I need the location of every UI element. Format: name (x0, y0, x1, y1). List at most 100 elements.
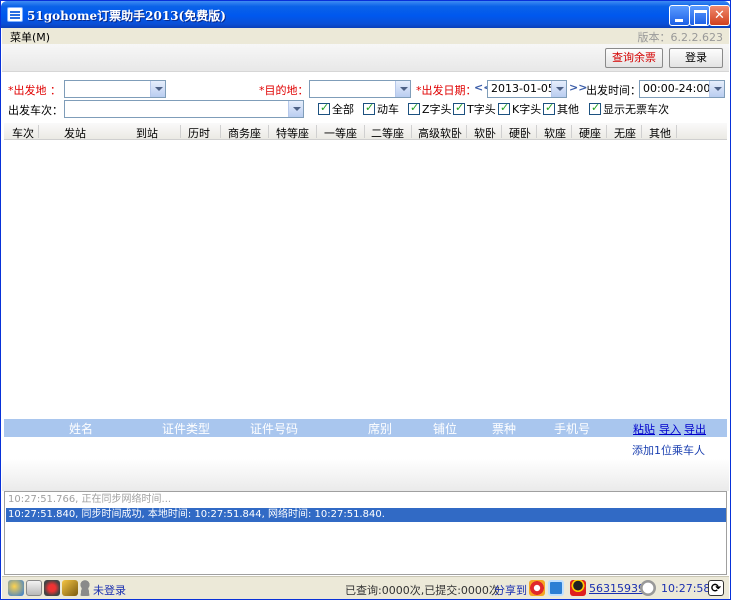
col-deluxe-sleeper[interactable]: 高级软卧 (418, 125, 462, 141)
maximize-button[interactable] (689, 5, 710, 26)
col-seat-class[interactable]: 席别 (368, 420, 392, 437)
passenger-table-header: 姓名 证件类型 证件号码 席别 铺位 票种 手机号 粘贴 导入 导出 (4, 419, 727, 437)
checkbox-icon (408, 101, 420, 115)
column-divider (220, 125, 221, 138)
filter-all-checkbox[interactable]: 全部 (318, 101, 354, 117)
column-divider (501, 125, 502, 138)
col-passenger-name[interactable]: 姓名 (69, 420, 93, 437)
column-divider (268, 125, 269, 138)
col-id-type[interactable]: 证件类型 (162, 420, 210, 437)
checkbox-icon (363, 101, 375, 115)
column-divider (676, 125, 677, 138)
col-duration[interactable]: 历时 (188, 125, 210, 141)
export-link[interactable]: 导出 (684, 421, 706, 437)
next-day-button[interactable]: >> (569, 81, 587, 94)
weibo-icon[interactable] (529, 580, 545, 596)
checkbox-icon (453, 101, 465, 115)
col-no-seat[interactable]: 无座 (614, 125, 636, 141)
log-panel[interactable]: 10:27:51.766, 正在同步网络时间... 10:27:51.840, … (4, 491, 727, 575)
window-title: 51gohome订票助手2013(免费版) (27, 9, 226, 23)
time-label: 出发时间： (586, 84, 641, 97)
paste-link[interactable]: 粘贴 (633, 421, 655, 437)
col-special[interactable]: 特等座 (276, 125, 309, 141)
from-label: *出发地 ： (8, 84, 61, 97)
train-label: 出发车次： (8, 104, 63, 117)
login-button[interactable]: 登录 (669, 48, 723, 68)
user-icon (79, 580, 91, 596)
train-select[interactable] (64, 100, 304, 118)
col-business[interactable]: 商务座 (228, 125, 261, 141)
date-label: *出发日期： (416, 84, 477, 97)
column-divider (411, 125, 412, 138)
filter-other-checkbox[interactable]: 其他 (543, 101, 579, 117)
column-divider (316, 125, 317, 138)
column-divider (180, 125, 181, 138)
col-hard-seat[interactable]: 硬座 (579, 125, 601, 141)
mail-icon[interactable] (26, 580, 42, 596)
query-tickets-button[interactable]: 查询余票 (605, 48, 663, 68)
menu-bar: 菜单(M) 版本：6.2.2.623 (2, 28, 729, 44)
settings-icon[interactable] (62, 580, 78, 596)
minimize-button[interactable] (669, 5, 690, 26)
col-berth[interactable]: 铺位 (433, 420, 457, 437)
ie-icon[interactable] (8, 580, 24, 596)
tools-icon[interactable] (44, 580, 60, 596)
show-no-ticket-checkbox[interactable]: 显示无票车次 (589, 101, 669, 117)
checkbox-icon (589, 101, 601, 115)
login-status[interactable]: 未登录 (93, 582, 126, 598)
clock-icon (640, 580, 656, 596)
col-train-no[interactable]: 车次 (12, 125, 34, 141)
chevron-down-icon[interactable] (288, 101, 303, 117)
filter-t-checkbox[interactable]: T字头 (453, 101, 496, 117)
checkbox-icon (543, 101, 555, 115)
to-label: *目的地： (259, 84, 309, 97)
status-bar: 未登录 已查询:0000次,已提交:0000次 分享到 56315939 10:… (2, 576, 729, 599)
date-picker[interactable]: 2013-01-05 (487, 80, 567, 98)
column-divider (536, 125, 537, 138)
filter-k-checkbox[interactable]: K字头 (498, 101, 541, 117)
import-link[interactable]: 导入 (659, 421, 681, 437)
log-line-selected[interactable]: 10:27:51.840, 同步时间成功, 本地时间: 10:27:51.844… (6, 508, 726, 522)
chevron-down-icon[interactable] (395, 81, 410, 97)
col-soft-sleeper[interactable]: 软卧 (474, 125, 496, 141)
close-button[interactable] (709, 5, 730, 26)
qq-number-link[interactable]: 56315939 (589, 582, 645, 595)
column-divider (606, 125, 607, 138)
col-first-class[interactable]: 一等座 (324, 125, 357, 141)
train-results-grid[interactable] (4, 140, 727, 418)
share-label: 分享到 (494, 584, 527, 597)
query-counts: 已查询:0000次,已提交:0000次 (345, 584, 500, 597)
time-select[interactable]: 00:00-24:00 (639, 80, 725, 98)
version-label: 版本：6.2.2.623 (637, 31, 723, 44)
train-table-header: 车次 发站 到站 历时 商务座 特等座 一等座 二等座 高级软卧 软卧 硬卧 软… (4, 123, 727, 140)
chevron-down-icon[interactable] (551, 81, 566, 97)
chevron-down-icon[interactable] (150, 81, 165, 97)
column-divider (38, 125, 39, 138)
col-from[interactable]: 发站 (64, 125, 86, 141)
toolbar: 查询余票 登录 (2, 44, 729, 72)
chevron-down-icon[interactable] (709, 81, 724, 97)
col-soft-seat[interactable]: 软座 (544, 125, 566, 141)
qzone-icon[interactable] (548, 580, 564, 596)
column-divider (466, 125, 467, 138)
menu-main[interactable]: 菜单(M) (10, 29, 50, 45)
refresh-icon[interactable]: ⟳ (708, 580, 724, 596)
col-to[interactable]: 到站 (136, 125, 158, 141)
app-icon (7, 7, 23, 22)
col-hard-sleeper[interactable]: 硬卧 (509, 125, 531, 141)
column-divider (641, 125, 642, 138)
add-passenger-link[interactable]: 添加1位乘车人 (632, 442, 705, 458)
col-id-number[interactable]: 证件号码 (250, 420, 298, 437)
filter-z-checkbox[interactable]: Z字头 (408, 101, 452, 117)
column-divider (364, 125, 365, 138)
filter-emu-checkbox[interactable]: 动车 (363, 101, 399, 117)
passenger-list[interactable]: 添加1位乘车人 (4, 437, 727, 459)
qq-icon[interactable] (570, 580, 586, 596)
title-bar[interactable]: 51gohome订票助手2013(免费版) (1, 1, 730, 28)
col-other[interactable]: 其他 (649, 125, 671, 141)
to-select[interactable] (309, 80, 411, 98)
col-second-class[interactable]: 二等座 (371, 125, 404, 141)
col-ticket-type[interactable]: 票种 (492, 420, 516, 437)
from-select[interactable] (64, 80, 166, 98)
col-phone[interactable]: 手机号 (554, 420, 590, 437)
